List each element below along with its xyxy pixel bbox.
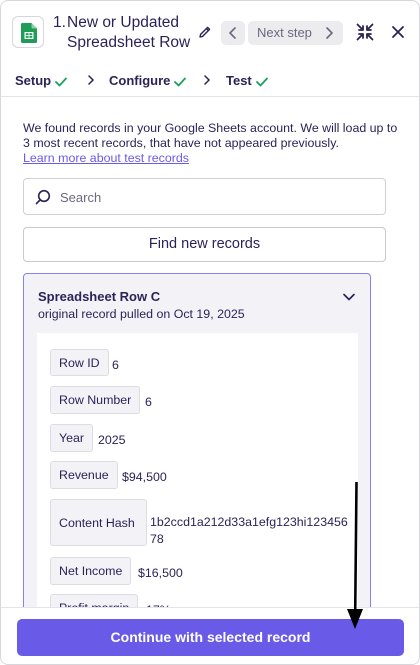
step-title-text: New or Updated Spreadsheet Row — [67, 14, 191, 51]
record-fields: Row ID 6 Row Number 6 Year 2025 Revenue … — [37, 333, 358, 632]
collapse-arrows-icon[interactable] — [356, 23, 374, 41]
google-sheets-icon — [12, 16, 44, 48]
chevron-down-icon[interactable] — [342, 292, 356, 302]
tab-test[interactable]: Test — [226, 73, 268, 88]
check-icon — [174, 77, 187, 86]
field-label: Net Income — [50, 557, 132, 585]
field-value: 1b2ccd1a212d33a1efg123hi12345678 — [150, 515, 348, 546]
tab-configure[interactable]: Configure — [109, 73, 187, 88]
field-value: $16,500 — [138, 566, 183, 580]
panel-footer: Continue with selected record — [1, 607, 419, 664]
learn-more-link[interactable]: Learn more about test records — [23, 151, 189, 165]
next-step-label: Next step — [257, 25, 312, 40]
step-number: 1. — [53, 14, 66, 31]
field-label: Row Number — [50, 386, 141, 414]
chevron-right-icon — [326, 27, 333, 39]
field-value: 6 — [112, 358, 119, 372]
search-field[interactable] — [23, 178, 386, 215]
field-value: 2025 — [98, 433, 126, 447]
record-title: Spreadsheet Row C — [38, 289, 161, 304]
tab-label: Configure — [109, 73, 171, 88]
close-icon[interactable] — [391, 25, 405, 39]
field-label: Year — [50, 424, 94, 452]
step-panel: 1. New or Updated Spreadsheet Row Next s… — [0, 0, 420, 665]
chevron-right-icon — [204, 75, 211, 85]
chevron-right-icon — [88, 75, 95, 85]
check-icon — [55, 77, 68, 86]
previous-step-button[interactable] — [221, 21, 245, 45]
intro-text: We found records in your Google Sheets a… — [23, 121, 399, 166]
find-new-records-button[interactable]: Find new records — [23, 227, 386, 262]
tab-label: Test — [226, 73, 252, 88]
field-label: Content Hash — [50, 499, 147, 546]
field-label: Row ID — [50, 349, 109, 376]
field-value: $94,500 — [122, 470, 167, 484]
search-input[interactable] — [60, 187, 370, 207]
intro-description: We found records in your Google Sheets a… — [23, 121, 398, 150]
step-tabs: Setup Configure Test — [1, 63, 419, 97]
field-label: Revenue — [50, 461, 118, 489]
search-icon — [35, 189, 51, 205]
record-subtitle: original record pulled on Oct 19, 2025 — [38, 307, 245, 321]
check-icon — [255, 77, 268, 86]
step-header: 1. New or Updated Spreadsheet Row Next s… — [1, 1, 419, 63]
pencil-icon[interactable] — [197, 24, 213, 40]
tab-label: Setup — [15, 73, 52, 88]
next-step-button[interactable]: Next step — [248, 21, 343, 45]
chevron-left-icon — [229, 27, 236, 39]
tab-setup[interactable]: Setup — [15, 73, 68, 88]
record-card[interactable]: Spreadsheet Row C original record pulled… — [23, 273, 371, 633]
continue-with-selected-record-button[interactable]: Continue with selected record — [17, 619, 404, 656]
field-value: 6 — [145, 395, 152, 409]
